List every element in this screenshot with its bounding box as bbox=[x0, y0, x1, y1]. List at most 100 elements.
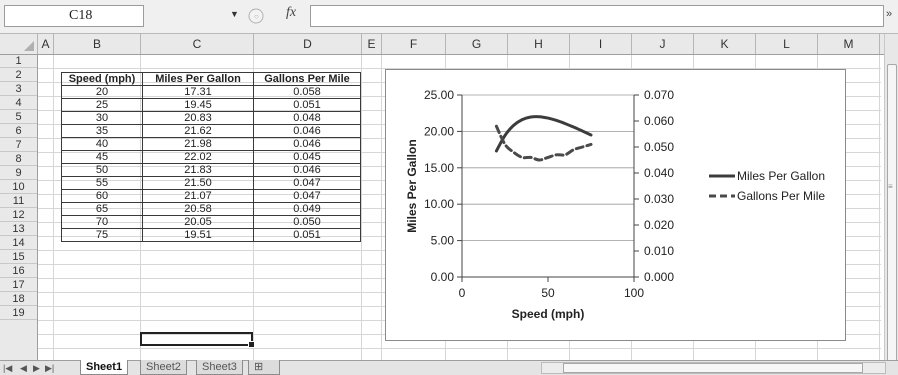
speed-cell[interactable]: 70 bbox=[61, 215, 143, 229]
speed-cell[interactable]: 55 bbox=[61, 176, 143, 190]
prev-sheet-icon[interactable]: ◀ bbox=[20, 361, 27, 375]
column-header-m[interactable]: M bbox=[818, 34, 880, 54]
table-row: 35 21.62 0.046 bbox=[61, 124, 361, 138]
mpg-cell[interactable]: 21.07 bbox=[142, 189, 254, 203]
horizontal-scroll-thumb[interactable] bbox=[563, 363, 863, 373]
first-sheet-icon[interactable]: |◀ bbox=[3, 361, 12, 375]
gpm-cell[interactable]: 0.046 bbox=[253, 137, 361, 151]
column-header-i[interactable]: I bbox=[570, 34, 632, 54]
row-header[interactable]: 12 bbox=[0, 209, 37, 222]
vertical-scrollbar[interactable]: ≡ bbox=[884, 34, 898, 364]
column-header-f[interactable]: F bbox=[382, 34, 446, 54]
speed-cell[interactable]: 75 bbox=[61, 228, 143, 242]
x-tick-label: 50 bbox=[541, 286, 555, 300]
row-header[interactable]: 16 bbox=[0, 265, 37, 278]
speed-cell[interactable]: 35 bbox=[61, 124, 143, 138]
gpm-cell[interactable]: 0.047 bbox=[253, 189, 361, 203]
gpm-cell[interactable]: 0.048 bbox=[253, 111, 361, 125]
sheet-tab-sheet3[interactable]: Sheet3 bbox=[196, 360, 243, 375]
row-header[interactable]: 9 bbox=[0, 167, 37, 180]
mpg-cell[interactable]: 20.05 bbox=[142, 215, 254, 229]
gpm-cell[interactable]: 0.049 bbox=[253, 202, 361, 216]
speed-cell[interactable]: 20 bbox=[61, 85, 143, 99]
sheet-tab-sheet1[interactable]: Sheet1 bbox=[80, 360, 129, 375]
next-sheet-icon[interactable]: ▶ bbox=[33, 361, 40, 375]
gpm-cell[interactable]: 0.058 bbox=[253, 85, 361, 99]
row-header[interactable]: 8 bbox=[0, 153, 37, 166]
mpg-cell[interactable]: 21.62 bbox=[142, 124, 254, 138]
row-header[interactable]: 5 bbox=[0, 111, 37, 124]
mpg-cell[interactable]: 19.45 bbox=[142, 98, 254, 112]
gpm-cell[interactable]: 0.046 bbox=[253, 163, 361, 177]
row-header[interactable]: 1 bbox=[0, 55, 37, 68]
table-header-row: Speed (mph) Miles Per Gallon Gallons Per… bbox=[61, 72, 361, 86]
mpg-cell[interactable]: 20.83 bbox=[142, 111, 254, 125]
column-header-e[interactable]: E bbox=[362, 34, 382, 54]
row-header[interactable]: 13 bbox=[0, 223, 37, 236]
formula-input[interactable] bbox=[310, 5, 884, 27]
column-header-h[interactable]: H bbox=[508, 34, 570, 54]
speed-cell[interactable]: 65 bbox=[61, 202, 143, 216]
column-header-b[interactable]: B bbox=[54, 34, 141, 54]
column-header-j[interactable]: J bbox=[632, 34, 694, 54]
row-header[interactable]: 3 bbox=[0, 83, 37, 96]
mpg-cell[interactable]: 21.98 bbox=[142, 137, 254, 151]
header-gallons-per-mile[interactable]: Gallons Per Mile bbox=[253, 72, 361, 86]
mpg-cell[interactable]: 21.50 bbox=[142, 176, 254, 190]
gpm-cell[interactable]: 0.051 bbox=[253, 98, 361, 112]
mpg-cell[interactable]: 21.83 bbox=[142, 163, 254, 177]
gpm-cell[interactable]: 0.045 bbox=[253, 150, 361, 164]
column-header-a[interactable]: A bbox=[38, 34, 54, 54]
x-tick-label: 0 bbox=[459, 286, 466, 300]
row-header[interactable]: 2 bbox=[0, 69, 37, 82]
speed-cell[interactable]: 45 bbox=[61, 150, 143, 164]
row-header[interactable]: 14 bbox=[0, 237, 37, 250]
gpm-cell[interactable]: 0.051 bbox=[253, 228, 361, 242]
last-sheet-icon[interactable]: ▶| bbox=[45, 361, 54, 375]
table-row: 70 20.05 0.050 bbox=[61, 215, 361, 229]
header-miles-per-gallon[interactable]: Miles Per Gallon bbox=[142, 72, 254, 86]
column-header-d[interactable]: D bbox=[254, 34, 362, 54]
column-header-l[interactable]: L bbox=[756, 34, 818, 54]
vertical-scroll-thumb[interactable] bbox=[887, 64, 897, 364]
row-header[interactable]: 10 bbox=[0, 181, 37, 194]
column-header-g[interactable]: G bbox=[446, 34, 508, 54]
row-header[interactable]: 6 bbox=[0, 125, 37, 138]
row-header[interactable]: 15 bbox=[0, 251, 37, 264]
row-header[interactable]: 18 bbox=[0, 293, 37, 306]
mpg-cell[interactable]: 19.51 bbox=[142, 228, 254, 242]
gpm-cell[interactable]: 0.050 bbox=[253, 215, 361, 229]
speed-cell[interactable]: 50 bbox=[61, 163, 143, 177]
name-box[interactable]: C18 bbox=[4, 5, 144, 27]
mpg-cell[interactable]: 20.58 bbox=[142, 202, 254, 216]
gpm-cell[interactable]: 0.046 bbox=[253, 124, 361, 138]
gpm-cell[interactable]: 0.047 bbox=[253, 176, 361, 190]
insert-sheet-icon[interactable]: ⊞ bbox=[248, 360, 280, 375]
speed-cell[interactable]: 60 bbox=[61, 189, 143, 203]
row-header[interactable]: 11 bbox=[0, 195, 37, 208]
y2-tick-label: 0.050 bbox=[644, 140, 674, 154]
chart-object[interactable]: 0.00 5.00 10.00 15.00 20.00 25.00 0.000 0.010 0.… bbox=[385, 69, 846, 341]
series-line-miles-per-gallon bbox=[494, 115, 593, 153]
speed-cell[interactable]: 30 bbox=[61, 111, 143, 125]
row-header[interactable]: 4 bbox=[0, 97, 37, 110]
mpg-cell[interactable]: 22.02 bbox=[142, 150, 254, 164]
row-header[interactable]: 7 bbox=[0, 139, 37, 152]
sheet-tab-sheet2[interactable]: Sheet2 bbox=[140, 360, 187, 375]
mpg-cell[interactable]: 17.31 bbox=[142, 85, 254, 99]
column-header-k[interactable]: K bbox=[694, 34, 756, 54]
active-cell-selection[interactable] bbox=[140, 332, 255, 348]
chevron-down-icon[interactable]: ▼ bbox=[230, 9, 239, 19]
row-headers: 1 2 3 4 5 6 7 8 9 10 11 12 13 14 15 16 1… bbox=[0, 55, 38, 360]
header-speed[interactable]: Speed (mph) bbox=[61, 72, 143, 86]
row-header[interactable]: 19 bbox=[0, 307, 37, 320]
insert-function-icon[interactable]: fx bbox=[286, 5, 296, 21]
horizontal-scrollbar[interactable] bbox=[541, 362, 886, 374]
speed-cell[interactable]: 25 bbox=[61, 98, 143, 112]
expand-formula-bar-icon[interactable]: » bbox=[886, 8, 892, 20]
table-row: 65 20.58 0.049 bbox=[61, 202, 361, 216]
speed-cell[interactable]: 40 bbox=[61, 137, 143, 151]
column-header-c[interactable]: C bbox=[141, 34, 254, 54]
row-header[interactable]: 17 bbox=[0, 279, 37, 292]
select-all-corner[interactable] bbox=[0, 34, 38, 54]
